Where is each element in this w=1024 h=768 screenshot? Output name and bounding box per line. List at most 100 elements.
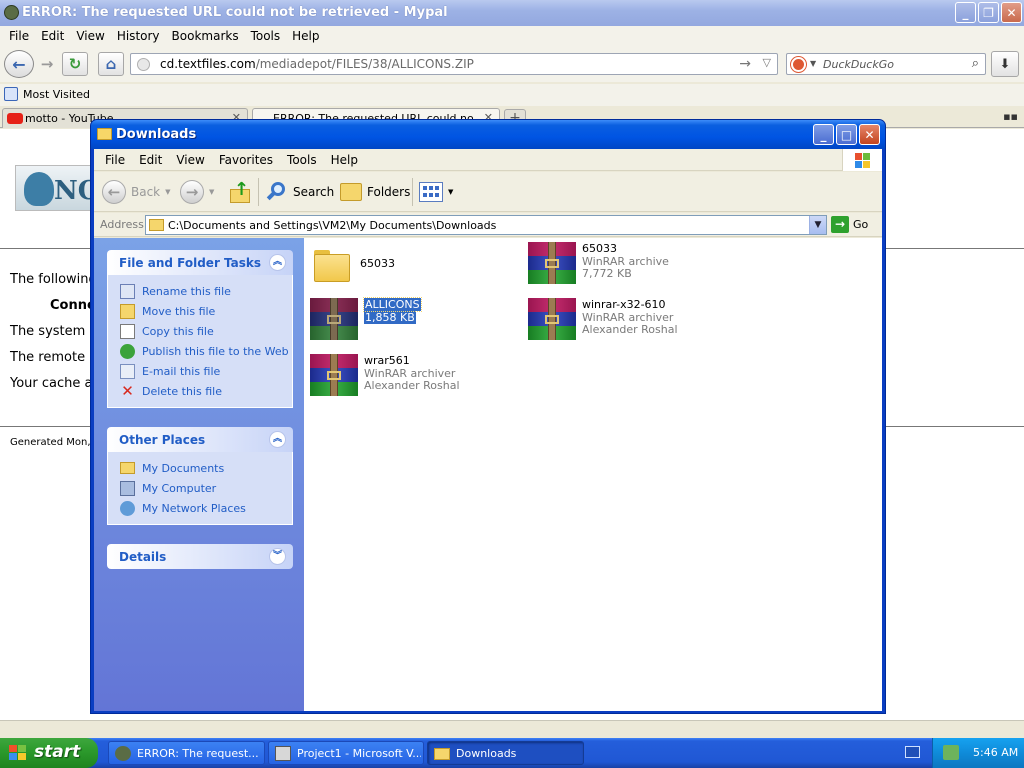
file-item-folder-65033[interactable]: 65033: [312, 244, 395, 286]
search-placeholder: DuckDuckGo: [823, 58, 894, 71]
site-identity-icon[interactable]: [137, 58, 150, 71]
my-network-places-link[interactable]: My Network Places: [108, 498, 292, 518]
youtube-icon: [7, 113, 23, 124]
search-button[interactable]: Search: [266, 177, 334, 207]
rename-file-link[interactable]: Rename this file: [108, 281, 292, 301]
go-button[interactable]: → Go: [831, 216, 868, 233]
back-dropdown-icon[interactable]: ▼: [165, 188, 170, 196]
taskbar-item-project1[interactable]: Project1 - Microsoft V...: [268, 741, 424, 765]
details-panel: Details ︾: [107, 544, 293, 569]
my-computer-link[interactable]: My Computer: [108, 478, 292, 498]
reload-icon[interactable]: ↻: [62, 52, 88, 76]
close-icon[interactable]: ✕: [859, 124, 880, 145]
taskbar-item-downloads[interactable]: Downloads: [427, 741, 584, 765]
task-label: Delete this file: [142, 384, 222, 398]
folders-label: Folders: [367, 185, 411, 199]
menu-file[interactable]: File: [4, 26, 34, 46]
menu-tools[interactable]: Tools: [246, 26, 286, 46]
email-file-link[interactable]: E-mail this file: [108, 361, 292, 381]
minimize-icon[interactable]: _: [955, 2, 976, 23]
collapse-chevron-icon[interactable]: ︽: [269, 254, 286, 271]
my-documents-link[interactable]: My Documents: [108, 458, 292, 478]
explorer-toolbar: ← Back ▼ → ▼ ↑ Search Folders ▼: [94, 172, 882, 212]
my-computer-icon: [120, 480, 135, 496]
forward-arrow-icon[interactable]: →: [34, 52, 60, 76]
panel-title: Details: [119, 550, 167, 564]
file-item-winrar-x32-610[interactable]: winrar-x32-610 WinRAR archiver Alexander…: [528, 298, 678, 340]
up-folder-button[interactable]: ↑: [230, 177, 252, 207]
menu-edit[interactable]: Edit: [36, 26, 69, 46]
copy-file-link[interactable]: Copy this file: [108, 321, 292, 341]
publish-web-link[interactable]: Publish this file to the Web: [108, 341, 292, 361]
system-tray: 5:46 AM: [932, 738, 1024, 768]
expand-chevron-icon[interactable]: ︾: [269, 548, 286, 565]
views-button[interactable]: ▼: [419, 177, 453, 207]
email-icon: [120, 363, 135, 379]
address-bar: Address C:\Documents and Settings\VM2\My…: [94, 213, 882, 237]
panel-header[interactable]: Details ︾: [107, 544, 293, 569]
explorer-titlebar[interactable]: Downloads _ □ ✕: [91, 120, 885, 149]
views-dropdown-icon[interactable]: ▼: [448, 188, 453, 196]
collapse-chevron-icon[interactable]: ︽: [269, 431, 286, 448]
search-bar[interactable]: ▼ DuckDuckGo ⌕: [786, 53, 986, 75]
downloads-arrow-icon[interactable]: ⬇: [991, 51, 1019, 77]
file-item-wrar561[interactable]: wrar561 WinRAR archiver Alexander Roshal: [310, 354, 460, 396]
menu-file[interactable]: File: [98, 149, 132, 170]
menu-view[interactable]: View: [71, 26, 109, 46]
up-folder-icon: ↑: [230, 179, 252, 203]
menu-edit[interactable]: Edit: [132, 149, 169, 170]
menu-view[interactable]: View: [169, 149, 211, 170]
address-input[interactable]: C:\Documents and Settings\VM2\My Documen…: [145, 215, 827, 235]
address-dropdown-icon[interactable]: ▼: [809, 216, 826, 234]
squid-logo: NOV: [15, 165, 93, 211]
minimize-icon[interactable]: _: [813, 124, 834, 145]
most-visited-bookmark[interactable]: Most Visited: [23, 88, 90, 101]
keyboard-layout-icon[interactable]: [905, 746, 920, 758]
menu-favorites[interactable]: Favorites: [212, 149, 280, 170]
duckduckgo-icon[interactable]: [791, 57, 806, 72]
back-button[interactable]: ← Back ▼: [102, 177, 171, 207]
delete-file-link[interactable]: ✕ Delete this file: [108, 381, 292, 401]
task-label: E-mail this file: [142, 364, 221, 378]
menu-bookmarks[interactable]: Bookmarks: [167, 26, 244, 46]
explorer-body: File Edit View Favorites Tools Help ← Ba…: [94, 149, 882, 711]
panel-header[interactable]: Other Places ︽: [107, 427, 293, 452]
maximize-icon[interactable]: □: [836, 124, 857, 145]
start-button[interactable]: start: [0, 738, 98, 768]
search-engine-dropdown-icon[interactable]: ▼: [810, 59, 816, 68]
move-file-link[interactable]: Move this file: [108, 301, 292, 321]
menu-help[interactable]: Help: [287, 26, 324, 46]
menu-help[interactable]: Help: [324, 149, 365, 170]
close-icon[interactable]: ✕: [1001, 2, 1022, 23]
tray-app-icon[interactable]: [943, 745, 959, 760]
tab-list-icon[interactable]: ▪▪: [1003, 110, 1018, 123]
file-name: winrar-x32-610: [582, 298, 666, 311]
file-item-allicons[interactable]: ALLICONS 1,858 KB: [310, 297, 422, 340]
forward-button[interactable]: → ▼: [180, 177, 214, 207]
url-bar[interactable]: cd.textfiles.com/mediadepot/FILES/38/ALL…: [130, 53, 778, 75]
panel-header[interactable]: File and Folder Tasks ︽: [107, 250, 293, 275]
clock[interactable]: 5:46 AM: [973, 746, 1018, 759]
browser-navbar: ← → ↻ ⌂ cd.textfiles.com/mediadepot/FILE…: [0, 46, 1024, 82]
browser-titlebar: ERROR: The requested URL could not be re…: [0, 0, 1024, 26]
taskbar: start ERROR: The request... Project1 - M…: [0, 738, 1024, 768]
taskbar-item-browser[interactable]: ERROR: The request...: [108, 741, 265, 765]
restore-icon[interactable]: ❐: [978, 2, 999, 23]
forward-dropdown-icon[interactable]: ▼: [209, 188, 214, 196]
address-label: Address: [100, 218, 144, 231]
search-icon[interactable]: ⌕: [972, 56, 979, 71]
folder-icon: [149, 219, 164, 231]
mypal-app-icon: [4, 5, 19, 20]
menu-history[interactable]: History: [112, 26, 165, 46]
search-label: Search: [293, 185, 335, 199]
folders-button[interactable]: Folders: [340, 177, 410, 207]
back-arrow-icon[interactable]: ←: [4, 50, 34, 78]
file-folder-tasks-panel: File and Folder Tasks ︽ Rename this file…: [107, 250, 293, 408]
url-dropdown-icon[interactable]: ▽: [763, 56, 771, 69]
file-name: 65033: [360, 257, 395, 270]
home-icon[interactable]: ⌂: [98, 52, 124, 76]
go-arrow-icon[interactable]: →: [739, 56, 751, 72]
menu-tools[interactable]: Tools: [280, 149, 324, 170]
place-label: My Computer: [142, 481, 217, 495]
file-item-65033-rar[interactable]: 65033 WinRAR archive 7,772 KB: [528, 242, 669, 284]
